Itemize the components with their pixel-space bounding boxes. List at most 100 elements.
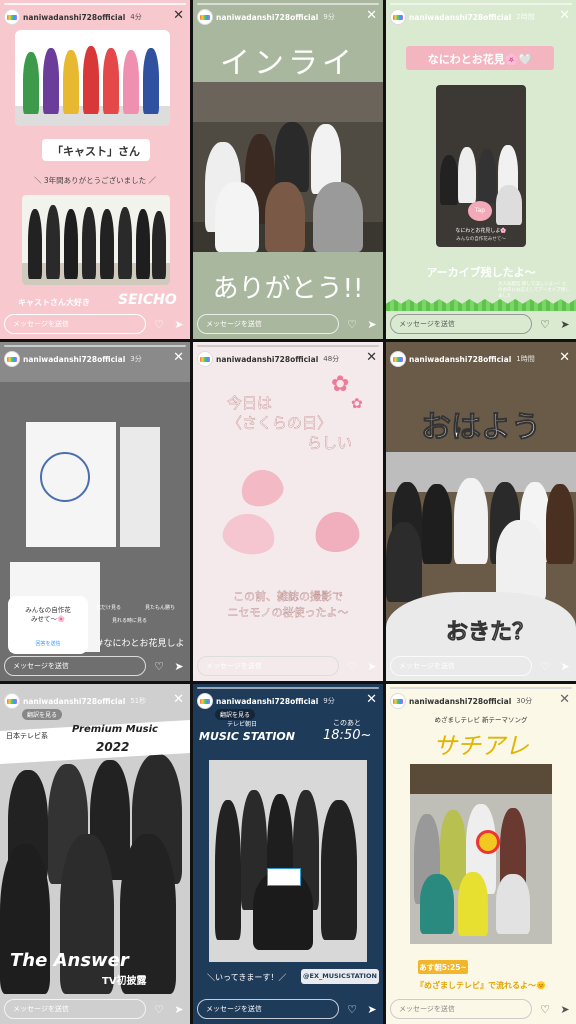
story-title: なにわとお花見🌸🤍 (427, 53, 533, 66)
story-title: サチアレ (433, 732, 529, 760)
story-footer: メッセージを送信 ♡ ➤ (390, 314, 572, 334)
progress-bar (4, 345, 186, 347)
close-icon[interactable]: ✕ (366, 8, 377, 24)
avatar[interactable] (4, 693, 20, 709)
story-header: naniwadanshi728official 48分 ✕ (197, 350, 379, 368)
message-input[interactable]: メッセージを送信 (4, 999, 146, 1019)
story-title: インライ (220, 46, 356, 81)
story-card[interactable]: naniwadanshi728official 48分 ✕ ✿ ✿ 今日は 〈さ… (193, 342, 383, 681)
heart-icon[interactable]: ♡ (152, 660, 166, 673)
close-icon[interactable]: ✕ (559, 350, 570, 366)
hashtag[interactable]: #なにわとお花見しよ (96, 636, 185, 649)
send-icon[interactable]: ➤ (365, 318, 379, 331)
story-card[interactable]: naniwadanshi728official 51秒 ✕ 翻訳を見る 日本テレ… (0, 684, 190, 1024)
note-text: 大人気配信 残してほしいよ～！とのお声にお応えしてアーカイブ残しました (498, 282, 570, 299)
petal-1 (237, 465, 287, 511)
message-input[interactable]: メッセージを送信 (390, 656, 532, 676)
close-icon[interactable]: ✕ (366, 350, 377, 366)
embedded-sub: みんなの自作花みせて～ (456, 237, 506, 242)
story-card[interactable]: naniwadanshi728official 9分 ✕ 翻訳を見る テレビ朝日… (193, 684, 383, 1024)
story-card[interactable]: naniwadanshi728official 30分 ✕ めざましテレビ 新テ… (386, 684, 576, 1024)
progress-bar (197, 345, 379, 347)
channel-label: 日本テレビ系 (6, 732, 48, 740)
heart-icon[interactable]: ♡ (345, 1003, 359, 1016)
story-footer: メッセージを送信 ♡ ➤ (4, 656, 186, 676)
petal-2 (219, 509, 279, 559)
heart-icon[interactable]: ♡ (538, 1003, 552, 1016)
heart-icon[interactable]: ♡ (152, 318, 166, 331)
send-icon[interactable]: ➤ (365, 1003, 379, 1016)
send-icon[interactable]: ➤ (558, 318, 572, 331)
story-footer: メッセージを送信 ♡ ➤ (197, 314, 379, 334)
heart-icon[interactable]: ♡ (538, 660, 552, 673)
username[interactable]: naniwadanshi728official (23, 13, 125, 22)
story-card[interactable]: naniwadanshi728official 2時間 ✕ なにわとお花見🌸🤍 … (386, 0, 576, 339)
song-subtitle: TV初披露 (102, 976, 147, 987)
username[interactable]: naniwadanshi728official (409, 355, 511, 364)
avatar[interactable] (4, 9, 20, 25)
username[interactable]: naniwadanshi728official (409, 697, 511, 706)
story-header: naniwadanshi728official 9分 ✕ (197, 692, 379, 710)
avatar[interactable] (390, 351, 406, 367)
message-input[interactable]: メッセージを送信 (390, 314, 532, 334)
avatar[interactable] (197, 351, 213, 367)
headline-line-1: 今日は (227, 394, 273, 413)
headline-line-2: 〈さくらの日〉 (227, 414, 333, 433)
send-icon[interactable]: ➤ (558, 1003, 572, 1016)
heart-icon[interactable]: ♡ (345, 660, 359, 673)
send-icon[interactable]: ➤ (172, 318, 186, 331)
message-input[interactable]: メッセージを送信 (197, 656, 339, 676)
close-icon[interactable]: ✕ (173, 350, 184, 366)
photo-group-cafe (410, 764, 552, 944)
username[interactable]: naniwadanshi728official (23, 355, 125, 364)
message-input[interactable]: メッセージを送信 (4, 656, 146, 676)
send-icon[interactable]: ➤ (558, 660, 572, 673)
avatar[interactable] (390, 693, 406, 709)
bottom-caption: ありがとう!! (212, 274, 364, 304)
avatar[interactable] (4, 351, 20, 367)
story-card[interactable]: naniwadanshi728official 9分 ✕ インライ ありがとう!… (193, 0, 383, 339)
heart-icon[interactable]: ♡ (345, 318, 359, 331)
avatar[interactable] (197, 693, 213, 709)
side-note-1: 花だけ見る (96, 605, 122, 611)
thanks-caption: ＼ 3年間ありがとうございました ／ (33, 176, 157, 185)
send-icon[interactable]: ➤ (172, 660, 186, 673)
avatar[interactable] (197, 9, 213, 25)
cast-caption: 「キャスト」さん (52, 145, 140, 158)
timestamp: 1時間 (516, 355, 535, 363)
story-header: naniwadanshi728official 3分 ✕ (4, 350, 186, 368)
story-header: naniwadanshi728official 4分 ✕ (4, 8, 186, 26)
username[interactable]: naniwadanshi728official (23, 697, 125, 706)
translate-link[interactable]: 翻訳を見る (22, 709, 63, 720)
close-icon[interactable]: ✕ (173, 8, 184, 24)
heart-icon[interactable]: ♡ (538, 318, 552, 331)
username[interactable]: naniwadanshi728official (216, 697, 318, 706)
question-text: みんなの自作花 みせて～🌸 (25, 606, 71, 623)
send-icon[interactable]: ➤ (365, 660, 379, 673)
story-card[interactable]: naniwadanshi728official 4分 ✕ 「キャスト」さん ＼ … (0, 0, 190, 339)
story-card[interactable]: naniwadanshi728official 3分 ✕ みんなの自作花 みせて… (0, 342, 190, 681)
message-input[interactable]: メッセージを送信 (197, 999, 339, 1019)
username[interactable]: naniwadanshi728official (216, 13, 318, 22)
message-input[interactable]: メッセージを送信 (390, 999, 532, 1019)
handle-text: @EX_MUSICSTATION (303, 972, 377, 980)
question-button[interactable]: 回答を送信 (8, 640, 88, 647)
avatar[interactable] (390, 9, 406, 25)
heart-icon[interactable]: ♡ (152, 1003, 166, 1016)
close-icon[interactable]: ✕ (559, 8, 570, 24)
bottom-caption: キャストさん大好き (18, 298, 90, 307)
close-icon[interactable]: ✕ (559, 692, 570, 708)
username[interactable]: naniwadanshi728official (409, 13, 511, 22)
story-header: naniwadanshi728official 51秒 ✕ (4, 692, 186, 710)
username[interactable]: naniwadanshi728official (216, 355, 318, 364)
close-icon[interactable]: ✕ (173, 692, 184, 708)
top-label: めざましテレビ 新テーマソング (434, 716, 528, 724)
progress-bar (390, 687, 572, 689)
story-footer: メッセージを送信 ♡ ➤ (4, 314, 186, 334)
send-icon[interactable]: ➤ (172, 1003, 186, 1016)
message-input[interactable]: メッセージを送信 (4, 314, 146, 334)
story-card[interactable]: naniwadanshi728official 1時間 ✕ おはよう おきた？ … (386, 342, 576, 681)
message-input[interactable]: メッセージを送信 (197, 314, 339, 334)
photo-group-colorful (15, 30, 170, 126)
close-icon[interactable]: ✕ (366, 692, 377, 708)
